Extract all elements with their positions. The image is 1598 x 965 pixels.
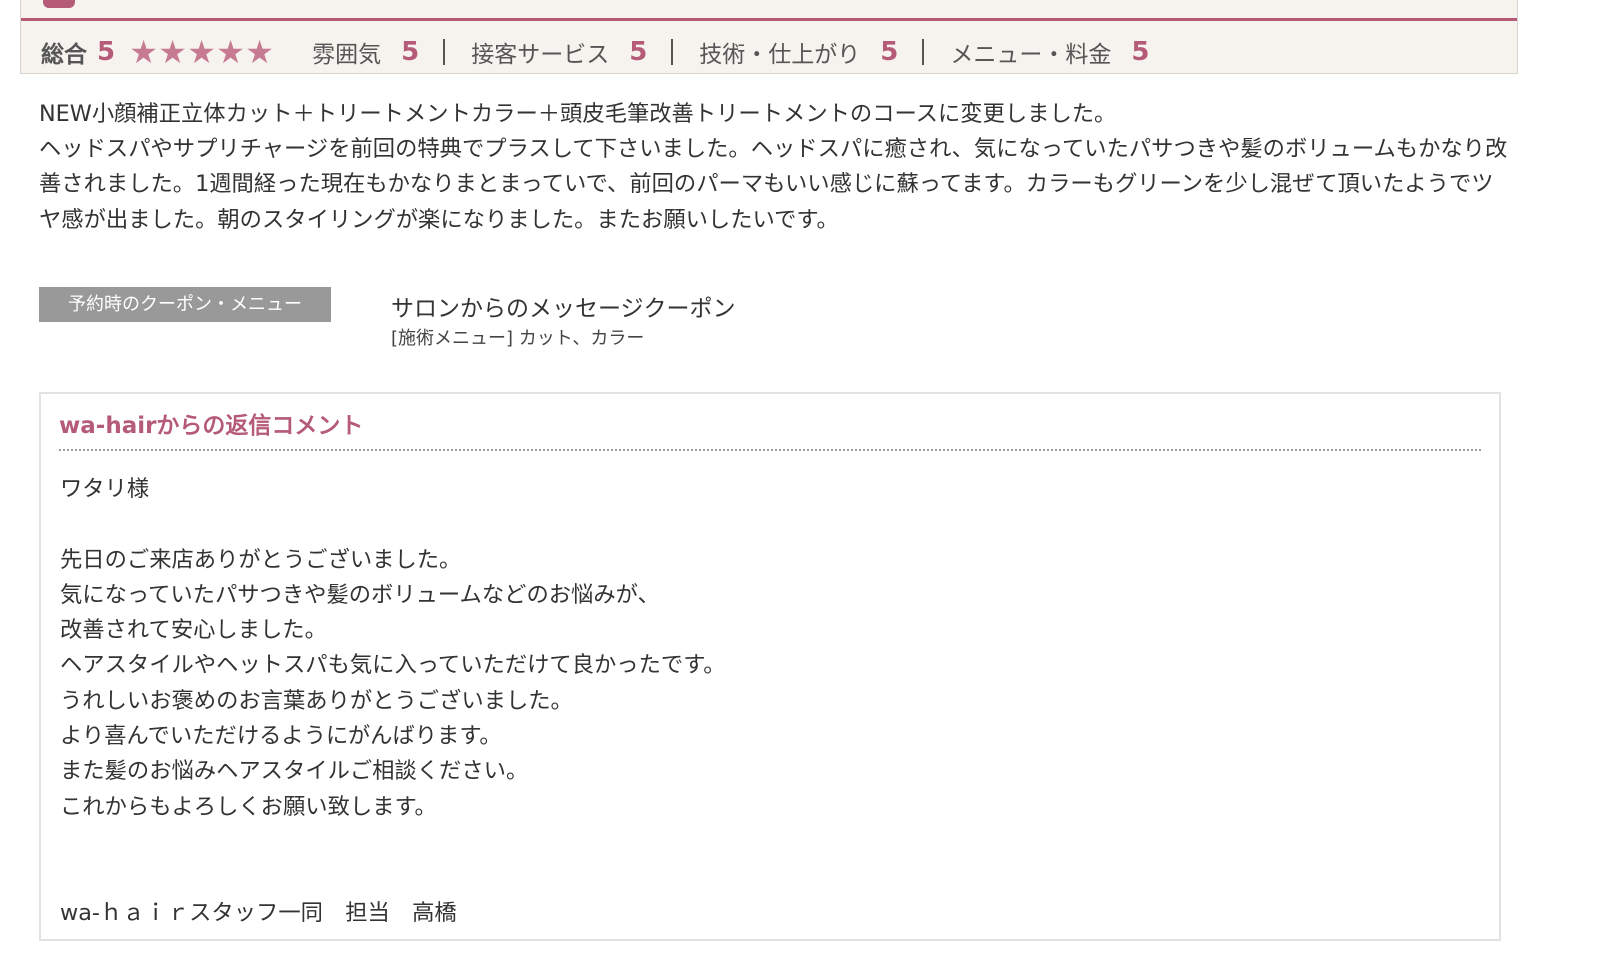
star-icon: ★	[245, 33, 274, 71]
category-value: 5	[401, 37, 420, 67]
reply-body: ワタリ様 先日のご来店ありがとうございました。 気になっていたパサつきや髪のボリ…	[60, 472, 726, 931]
reviewer-icon	[43, 0, 75, 8]
review-paragraph: ヘッドスパやサプリチャージを前回の特典でプラスして下さいました。ヘッドスパに癒さ…	[39, 136, 1508, 233]
category-value: 5	[629, 37, 648, 67]
reply-line: うれしいお褒めのお言葉ありがとうございました。	[60, 687, 573, 714]
star-icon: ★	[216, 33, 245, 71]
category-label: 技術・仕上がり	[699, 42, 861, 68]
reply-line	[60, 825, 726, 860]
overall-rating-value: 5	[97, 37, 116, 67]
salon-reply-box: wa-hairからの返信コメント ワタリ様 先日のご来店ありがとうございました。…	[39, 392, 1501, 941]
reply-line: ヘアスタイルやヘットスパも気に入っていただけて良かったです。	[60, 652, 726, 679]
star-icon: ★	[129, 33, 158, 71]
star-icon: ★	[158, 33, 187, 71]
rating-summary-bar: 総合 5 ★ ★ ★ ★ ★ 雰囲気 5 接客サービス 5 技術・仕上がり 5 …	[20, 0, 1518, 74]
rating-top-border	[21, 18, 1517, 21]
divider	[671, 39, 674, 65]
rating-row: 総合 5 ★ ★ ★ ★ ★ 雰囲気 5 接客サービス 5 技術・仕上がり 5 …	[41, 34, 1149, 70]
reply-line: 先日のご来店ありがとうございました。	[60, 546, 462, 573]
star-rating: ★ ★ ★ ★ ★	[129, 36, 274, 68]
review-body: NEW小顔補正立体カット＋トリートメントカラー＋頭皮毛筆改善トリートメントのコー…	[39, 97, 1509, 238]
reply-line: これからもよろしくお願い致します。	[60, 793, 437, 820]
rating-category-service: 接客サービス 5	[471, 35, 647, 69]
rating-category-price: メニュー・料金 5	[950, 35, 1149, 69]
reply-line: また髪のお悩みヘアスタイルご相談ください。	[60, 758, 529, 785]
coupon-menu-badge: 予約時のクーポン・メニュー	[39, 287, 331, 322]
category-label: 接客サービス	[471, 42, 610, 68]
divider	[443, 39, 446, 65]
dotted-divider	[59, 449, 1481, 451]
review-paragraph: NEW小顔補正立体カット＋トリートメントカラー＋頭皮毛筆改善トリートメントのコー…	[39, 101, 1117, 127]
category-label: メニュー・料金	[950, 42, 1112, 68]
rating-category-technique: 技術・仕上がり 5	[699, 35, 898, 69]
reply-line: 改善されて安心しました。	[60, 617, 327, 644]
reply-title: wa-hairからの返信コメント	[59, 413, 364, 439]
reply-signature: wa-ｈａｉｒスタッフ一同 担当 高橋	[60, 899, 457, 926]
divider	[922, 39, 925, 65]
reply-line: 気になっていたパサつきや髪のボリュームなどのお悩みが、	[60, 581, 660, 608]
reply-line	[60, 507, 726, 542]
overall-rating-label: 総合	[41, 42, 87, 68]
coupon-name: サロンからのメッセージクーポン	[391, 296, 736, 322]
star-icon: ★	[187, 33, 216, 71]
category-value: 5	[1131, 37, 1150, 67]
reply-line: より喜んでいただけるようにがんばります。	[60, 723, 502, 750]
reply-line	[60, 860, 726, 895]
rating-category-atmosphere: 雰囲気 5	[312, 35, 419, 69]
category-label: 雰囲気	[312, 42, 382, 68]
coupon-treatment-menu: [施術メニュー] カット、カラー	[391, 328, 645, 349]
category-value: 5	[880, 37, 899, 67]
reply-line: ワタリ様	[60, 476, 150, 502]
